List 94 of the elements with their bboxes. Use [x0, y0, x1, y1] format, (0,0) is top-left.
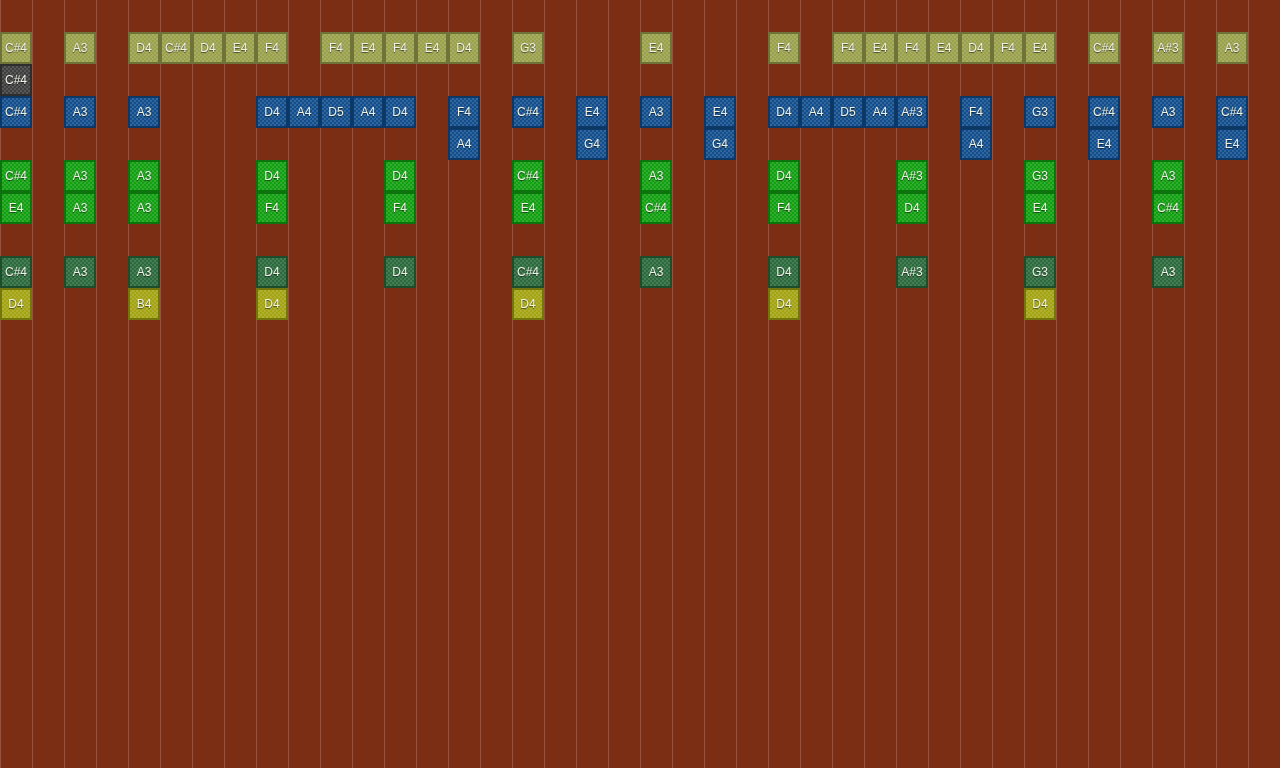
note-block[interactable]: E4 — [1024, 192, 1056, 224]
note-block[interactable]: G3 — [1024, 160, 1056, 192]
note-block[interactable]: C#4 — [0, 32, 32, 64]
note-block[interactable]: D4 — [256, 96, 288, 128]
note-block[interactable]: F4 — [960, 96, 992, 128]
note-block[interactable]: A3 — [64, 256, 96, 288]
note-block[interactable]: E4 — [704, 96, 736, 128]
note-block[interactable]: A4 — [960, 128, 992, 160]
note-block[interactable]: A4 — [288, 96, 320, 128]
note-block[interactable]: C#4 — [1216, 96, 1248, 128]
note-block[interactable]: D4 — [128, 32, 160, 64]
note-block[interactable]: G4 — [576, 128, 608, 160]
note-block[interactable]: A#3 — [896, 96, 928, 128]
note-block[interactable]: A#3 — [896, 160, 928, 192]
note-block[interactable]: A3 — [128, 160, 160, 192]
note-block[interactable]: A#3 — [1152, 32, 1184, 64]
note-block[interactable]: C#4 — [512, 256, 544, 288]
note-block[interactable]: A3 — [64, 192, 96, 224]
note-block[interactable]: E4 — [640, 32, 672, 64]
note-block[interactable]: D4 — [384, 96, 416, 128]
note-block[interactable]: D5 — [832, 96, 864, 128]
note-block[interactable]: F4 — [384, 192, 416, 224]
note-block[interactable]: D4 — [192, 32, 224, 64]
note-block[interactable]: A3 — [640, 96, 672, 128]
note-block[interactable]: F4 — [992, 32, 1024, 64]
note-block[interactable]: E4 — [1216, 128, 1248, 160]
note-block[interactable]: F4 — [256, 192, 288, 224]
note-block[interactable]: A#3 — [896, 256, 928, 288]
note-block[interactable]: B4 — [128, 288, 160, 320]
note-block[interactable]: G3 — [512, 32, 544, 64]
note-block[interactable]: C#4 — [1088, 32, 1120, 64]
note-block[interactable]: F4 — [832, 32, 864, 64]
note-block[interactable]: D4 — [256, 288, 288, 320]
note-block[interactable]: D4 — [768, 256, 800, 288]
note-block[interactable]: A3 — [1152, 256, 1184, 288]
note-block[interactable]: D4 — [768, 288, 800, 320]
note-block[interactable]: D4 — [384, 256, 416, 288]
note-block[interactable]: E4 — [512, 192, 544, 224]
note-block[interactable]: A3 — [128, 256, 160, 288]
note-block[interactable]: A3 — [1152, 160, 1184, 192]
note-block[interactable]: D4 — [256, 256, 288, 288]
note-block[interactable]: G3 — [1024, 96, 1056, 128]
note-block[interactable]: D4 — [960, 32, 992, 64]
note-block[interactable]: D4 — [896, 192, 928, 224]
note-block[interactable]: A4 — [352, 96, 384, 128]
note-block[interactable]: A3 — [640, 256, 672, 288]
note-block[interactable]: D4 — [1024, 288, 1056, 320]
note-block[interactable]: F4 — [768, 32, 800, 64]
note-block[interactable]: F4 — [896, 32, 928, 64]
note-block[interactable]: E4 — [864, 32, 896, 64]
note-block[interactable]: C#4 — [0, 64, 32, 96]
note-block[interactable]: A4 — [864, 96, 896, 128]
note-block[interactable]: C#4 — [640, 192, 672, 224]
note-block[interactable]: A3 — [64, 160, 96, 192]
note-block[interactable]: C#4 — [512, 160, 544, 192]
note-block[interactable]: E4 — [1024, 32, 1056, 64]
note-block[interactable]: C#4 — [0, 160, 32, 192]
note-block[interactable]: E4 — [0, 192, 32, 224]
note-block[interactable]: C#4 — [1088, 96, 1120, 128]
note-block[interactable]: E4 — [224, 32, 256, 64]
note-block[interactable]: A3 — [64, 32, 96, 64]
note-block[interactable]: F4 — [768, 192, 800, 224]
note-block[interactable]: A3 — [1152, 96, 1184, 128]
note-block[interactable]: A3 — [640, 160, 672, 192]
note-block[interactable]: E4 — [416, 32, 448, 64]
note-block[interactable]: D4 — [384, 160, 416, 192]
note-block[interactable]: A3 — [128, 192, 160, 224]
note-block[interactable]: C#4 — [0, 256, 32, 288]
note-block[interactable]: D4 — [0, 288, 32, 320]
note-block[interactable]: A4 — [448, 128, 480, 160]
note-block[interactable]: D4 — [768, 160, 800, 192]
note-block[interactable]: G3 — [1024, 256, 1056, 288]
note-block[interactable]: E4 — [352, 32, 384, 64]
note-block[interactable]: C#4 — [160, 32, 192, 64]
note-block[interactable]: C#4 — [0, 96, 32, 128]
note-block[interactable]: C#4 — [1152, 192, 1184, 224]
note-block[interactable]: D5 — [320, 96, 352, 128]
note-block[interactable]: D4 — [768, 96, 800, 128]
note-block[interactable]: E4 — [928, 32, 960, 64]
note-block[interactable]: F4 — [320, 32, 352, 64]
note-block[interactable]: E4 — [576, 96, 608, 128]
note-block[interactable]: C#4 — [512, 96, 544, 128]
note-block[interactable]: A3 — [128, 96, 160, 128]
note-block[interactable]: G4 — [704, 128, 736, 160]
note-block[interactable]: E4 — [1088, 128, 1120, 160]
note-block[interactable]: F4 — [256, 32, 288, 64]
note-block[interactable]: A3 — [64, 96, 96, 128]
note-block[interactable]: D4 — [256, 160, 288, 192]
note-block[interactable]: F4 — [448, 96, 480, 128]
note-block[interactable]: D4 — [512, 288, 544, 320]
note-block[interactable]: D4 — [448, 32, 480, 64]
note-block[interactable]: A3 — [1216, 32, 1248, 64]
note-block[interactable]: A4 — [800, 96, 832, 128]
note-block[interactable]: F4 — [384, 32, 416, 64]
